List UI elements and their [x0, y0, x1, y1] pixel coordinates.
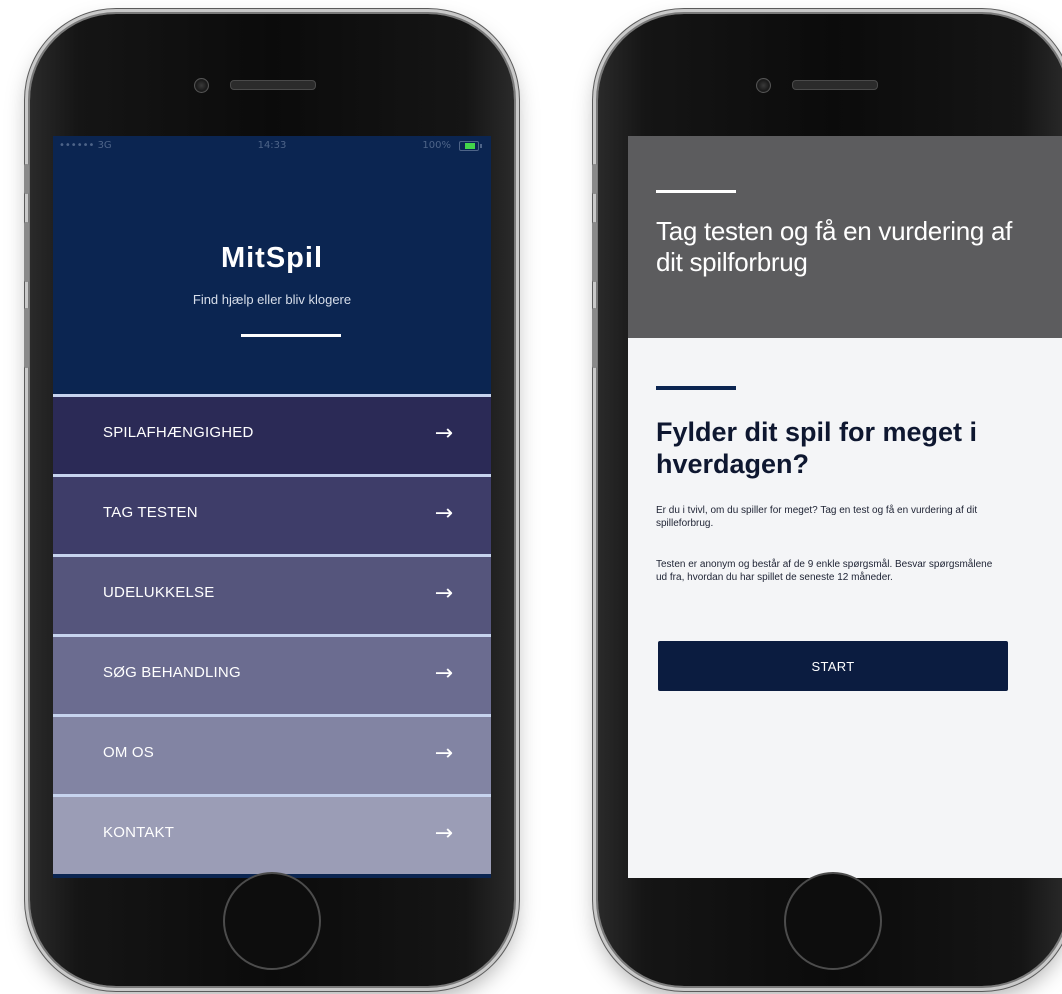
header-accent-line: [656, 190, 736, 193]
arrow-right-icon: →: [434, 821, 453, 846]
menu-item-om-os[interactable]: OM OS →: [53, 714, 491, 794]
info-paragraph: Testen er anonym og består af de 9 enkle…: [656, 559, 993, 583]
start-button[interactable]: START: [658, 641, 1008, 691]
volume-up-button: [592, 222, 597, 282]
arrow-right-icon: →: [434, 661, 453, 686]
menu-item-soeg-behandling[interactable]: SØG BEHANDLING →: [53, 634, 491, 714]
volume-down-button: [592, 308, 597, 368]
arrow-right-icon: →: [434, 741, 453, 766]
section-heading: Fylder dit spil for meget i hverdagen?: [656, 417, 978, 479]
arrow-right-icon: →: [434, 581, 453, 606]
menu-item-udelukkelse[interactable]: UDELUKKELSE →: [53, 554, 491, 634]
header-title: Tag testen og få en vurdering af dit spi…: [656, 216, 1013, 277]
front-camera: [194, 78, 209, 93]
app-subtitle: Find hjælp eller bliv klogere: [192, 292, 352, 307]
arrow-right-icon: →: [434, 421, 453, 446]
phone-right: Tag testen og få en vurdering af dit spi…: [592, 14, 1062, 986]
menu-item-tag-testen[interactable]: TAG TESTEN →: [53, 474, 491, 554]
earpiece-speaker: [230, 80, 316, 90]
menu-item-label: SØG BEHANDLING: [103, 664, 241, 681]
menu-item-label: SPILAFHÆNGIGHED: [103, 424, 254, 441]
right-screen: Tag testen og få en vurdering af dit spi…: [628, 136, 1062, 878]
home-button[interactable]: [784, 872, 882, 970]
home-button[interactable]: [223, 872, 321, 970]
arrow-right-icon: →: [434, 501, 453, 526]
menu-item-label: UDELUKKELSE: [103, 584, 215, 601]
volume-down-button: [24, 308, 29, 368]
main-menu: SPILAFHÆNGIGHED → TAG TESTEN → UDELUKKEL…: [53, 394, 491, 874]
menu-item-kontakt[interactable]: KONTAKT →: [53, 794, 491, 874]
menu-item-label: TAG TESTEN: [103, 504, 198, 521]
left-screen: •••••• 3G 14:33 100% MitSpil Find hjælp …: [53, 136, 491, 878]
hero-divider: [241, 334, 341, 337]
phone-left: •••••• 3G 14:33 100% MitSpil Find hjælp …: [24, 14, 514, 986]
app-title: MitSpil: [220, 242, 324, 274]
test-header: Tag testen og få en vurdering af dit spi…: [628, 136, 1062, 338]
menu-item-label: KONTAKT: [103, 824, 175, 841]
mute-switch: [592, 164, 597, 194]
section-accent-line: [656, 386, 736, 390]
menu-item-label: OM OS: [103, 744, 155, 761]
hero-header: MitSpil Find hjælp eller bliv klogere: [53, 136, 491, 394]
front-camera: [756, 78, 771, 93]
menu-item-spilafhaengighed[interactable]: SPILAFHÆNGIGHED →: [53, 394, 491, 474]
intro-paragraph: Er du i tvivl, om du spiller for meget? …: [656, 505, 978, 529]
volume-up-button: [24, 222, 29, 282]
earpiece-speaker: [792, 80, 878, 90]
mute-switch: [24, 164, 29, 194]
